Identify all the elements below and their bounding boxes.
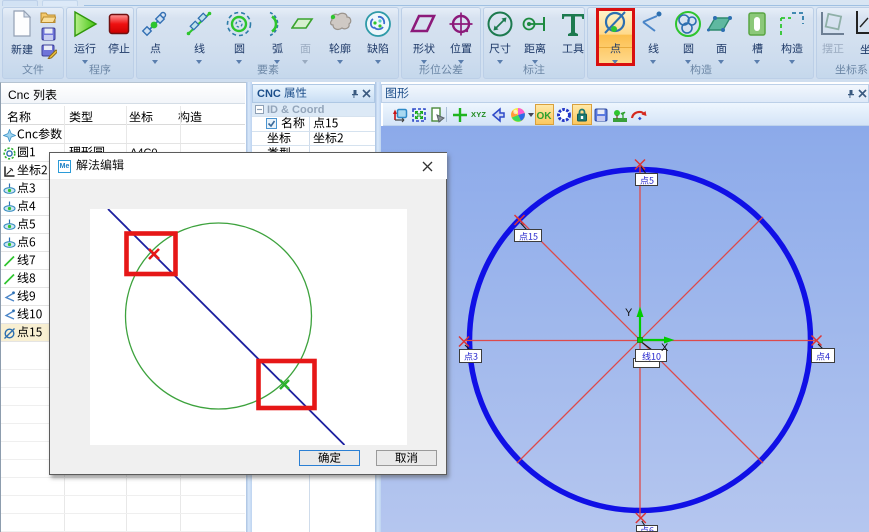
svg-text:OK: OK <box>537 111 553 122</box>
